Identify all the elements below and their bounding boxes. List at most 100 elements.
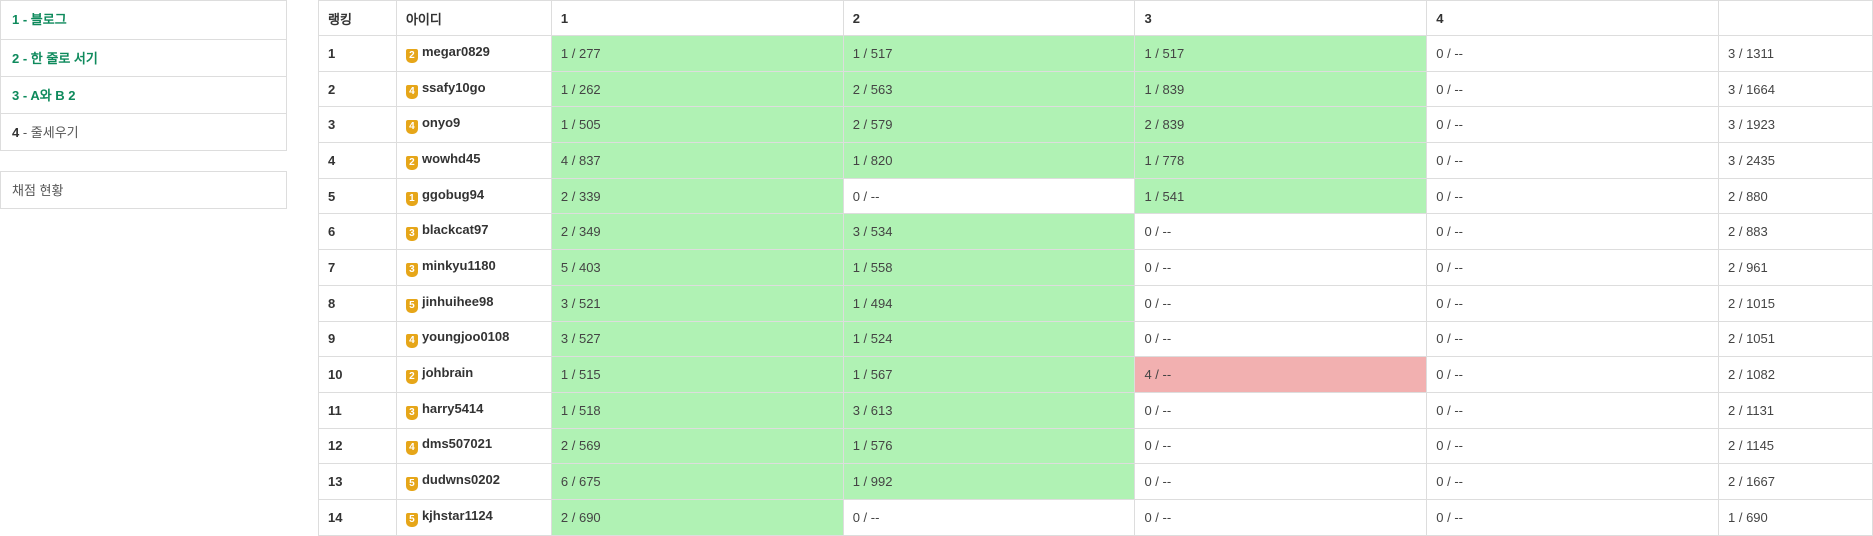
tier-badge-icon: 4 [405,84,418,99]
user-cell: 3 blackcat97 [395,213,552,251]
user-id-link[interactable]: megar0829 [422,44,490,59]
problem-item-3[interactable]: 3 - A와 B 2 [1,76,286,113]
problem-3-cell: 1 / 778 [1134,142,1428,179]
table-row: 7 3 minkyu1180 5 / 403 1 / 558 0 / -- 0 / -- 2 … [318,249,1873,286]
problem-separator: - [19,125,31,140]
problem-1-cell: 1 / 262 [550,70,844,108]
header-total [1718,0,1873,36]
problem-1-cell: 1 / 515 [550,356,844,393]
problem-2-cell: 1 / 517 [842,35,1136,72]
header-problem-3[interactable]: 3 [1134,0,1428,36]
total-cell: 2 / 883 [1718,213,1873,251]
problem-2-cell: 1 / 558 [842,249,1136,286]
rank-cell: 12 [318,427,397,465]
user-id-link[interactable]: blackcat97 [422,222,489,237]
header-id: 아이디 [395,0,552,36]
problem-2-cell: 1 / 524 [842,320,1136,358]
problem-1-cell: 3 / 527 [550,320,844,358]
rank-cell: 10 [318,356,397,393]
user-cell: 4 ssafy10go [395,70,552,108]
problem-item-4[interactable]: 4 - 줄세우기 [1,113,286,150]
total-cell: 2 / 880 [1718,177,1873,215]
table-row: 11 3 harry5414 1 / 518 3 / 613 0 / -- 0 / -- 2 … [318,391,1873,429]
user-cell: 5 kjhstar1124 [395,498,552,536]
problem-4-cell: 0 / -- [1426,463,1720,500]
table-row: 3 4 onyo9 1 / 505 2 / 579 2 / 839 0 / -- 3 / 19… [318,106,1873,144]
total-cell: 3 / 1923 [1718,106,1873,144]
problem-4-cell: 0 / -- [1426,213,1720,251]
problem-1-cell: 3 / 521 [550,284,844,322]
total-cell: 2 / 1015 [1718,284,1873,322]
table-row: 14 5 kjhstar1124 2 / 690 0 / -- 0 / -- 0 / -- 1… [318,498,1873,536]
problem-3-cell: 0 / -- [1134,391,1428,429]
table-row: 6 3 blackcat97 2 / 349 3 / 534 0 / -- 0 / -- 2 … [318,213,1873,251]
table-row: 4 2 wowhd45 4 / 837 1 / 820 1 / 778 0 / -- 3 / … [318,142,1873,179]
problem-2-cell: 1 / 494 [842,284,1136,322]
user-cell: 4 dms507021 [395,427,552,465]
problem-2-cell: 2 / 563 [842,70,1136,108]
problem-3-cell: 1 / 541 [1134,177,1428,215]
header-problem-4[interactable]: 4 [1426,0,1720,36]
tier-badge-icon: 4 [405,334,418,349]
table-row: 12 4 dms507021 2 / 569 1 / 576 0 / -- 0 / -- 2 … [318,427,1873,465]
problem-item-1[interactable]: 1 - 블로그 [1,1,286,39]
total-cell: 1 / 690 [1718,498,1873,536]
user-id-link[interactable]: kjhstar1124 [422,508,493,523]
total-cell: 2 / 961 [1718,249,1873,286]
judge-status-link[interactable]: 채점 현황 [0,171,287,209]
problem-4-cell: 0 / -- [1426,106,1720,144]
header-rank: 랭킹 [318,0,397,36]
user-id-link[interactable]: wowhd45 [422,151,481,166]
user-id-link[interactable]: harry5414 [422,401,483,416]
tier-badge-icon: 4 [405,441,418,456]
user-id-link[interactable]: youngjoo0108 [422,329,509,344]
user-cell: 2 johbrain [395,356,552,393]
rank-cell: 5 [318,177,397,215]
problem-4-cell: 0 / -- [1426,498,1720,536]
problem-4-cell: 0 / -- [1426,142,1720,179]
problem-title: 한 줄로 서기 [30,51,98,66]
tier-badge-icon: 5 [405,512,418,527]
user-cell: 4 onyo9 [395,106,552,144]
problem-3-cell: 0 / -- [1134,463,1428,500]
user-cell: 4 youngjoo0108 [395,320,552,358]
problem-4-cell: 0 / -- [1426,35,1720,72]
problem-1-cell: 1 / 518 [550,391,844,429]
problem-3-cell: 2 / 839 [1134,106,1428,144]
problem-1-cell: 2 / 690 [550,498,844,536]
user-cell: 1 ggobug94 [395,177,552,215]
problem-2-cell: 1 / 992 [842,463,1136,500]
user-cell: 2 wowhd45 [395,142,552,179]
total-cell: 2 / 1051 [1718,320,1873,358]
table-row: 9 4 youngjoo0108 3 / 527 1 / 524 0 / -- 0 / --… [318,320,1873,358]
user-id-link[interactable]: ssafy10go [422,80,486,95]
rank-cell: 1 [318,35,397,72]
rank-cell: 6 [318,213,397,251]
problem-4-cell: 0 / -- [1426,356,1720,393]
tier-badge-icon: 2 [405,370,418,385]
problem-3-cell: 4 / -- [1134,356,1428,393]
tier-badge-icon: 5 [405,298,418,313]
problem-2-cell: 0 / -- [842,177,1136,215]
user-id-link[interactable]: jinhuihee98 [422,294,494,309]
user-id-link[interactable]: johbrain [422,365,473,380]
total-cell: 3 / 1664 [1718,70,1873,108]
user-id-link[interactable]: ggobug94 [422,187,484,202]
table-row: 5 1 ggobug94 2 / 339 0 / -- 1 / 541 0 / -- 2 / … [318,177,1873,215]
problem-separator: - [19,88,31,103]
scoreboard: 랭킹 아이디 1 2 3 4 1 2 megar0829 1 / 277 1 / 517… [318,0,1873,536]
total-cell: 2 / 1082 [1718,356,1873,393]
problem-3-cell: 0 / -- [1134,498,1428,536]
user-id-link[interactable]: minkyu1180 [422,258,496,273]
problem-title: A와 B 2 [30,88,76,103]
problem-item-2[interactable]: 2 - 한 줄로 서기 [1,39,286,76]
problem-4-cell: 0 / -- [1426,177,1720,215]
table-row: 1 2 megar0829 1 / 277 1 / 517 1 / 517 0 / -- 3 … [318,35,1873,72]
user-id-link[interactable]: dms507021 [422,436,492,451]
header-problem-1[interactable]: 1 [550,0,844,36]
header-problem-2[interactable]: 2 [842,0,1136,36]
total-cell: 3 / 1311 [1718,35,1873,72]
user-id-link[interactable]: dudwns0202 [422,472,500,487]
user-id-link[interactable]: onyo9 [422,115,460,130]
sidebar: 1 - 블로그 2 - 한 줄로 서기 3 - A와 B 2 4 - 줄세우기 … [0,0,287,209]
